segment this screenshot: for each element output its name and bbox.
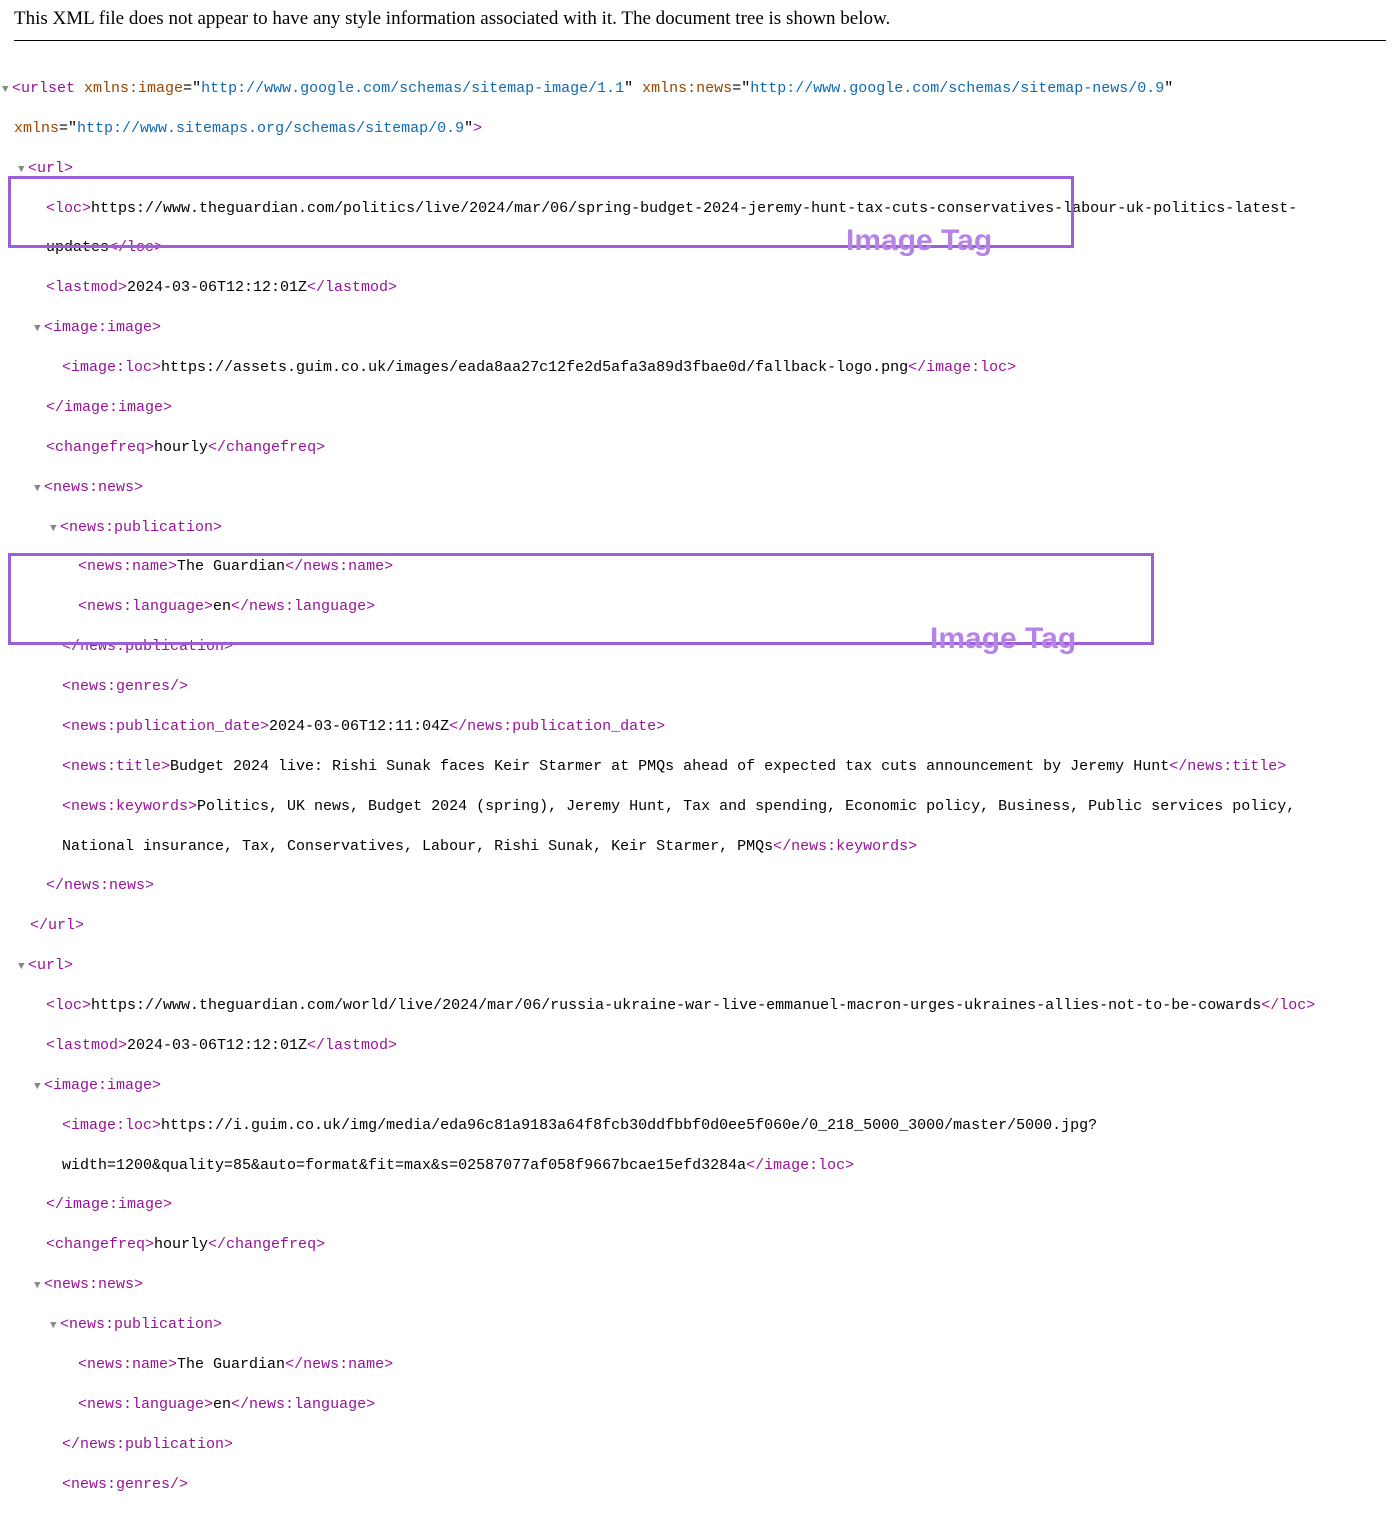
loc-value: https://www.theguardian.com/politics/liv… xyxy=(91,200,1297,217)
news-genres-tag: <news:genres/> xyxy=(62,1476,188,1493)
image-image-close: </image:image> xyxy=(46,399,172,416)
news-keywords-tag: <news:keywords> xyxy=(62,798,197,815)
loc-value-cont: updates xyxy=(46,239,109,256)
news-news-close: </news:news> xyxy=(46,877,154,894)
url-close: </url> xyxy=(30,917,84,934)
news-name-value: The Guardian xyxy=(177,1356,285,1373)
image-image-tag: <image:image> xyxy=(44,319,161,336)
xml-header-message: This XML file does not appear to have an… xyxy=(0,0,1400,40)
image-loc-value: https://assets.guim.co.uk/images/eada8aa… xyxy=(161,359,908,376)
expand-arrow[interactable]: ▼ xyxy=(34,482,44,497)
image-loc-cont: width=1200&quality=85&auto=format&fit=ma… xyxy=(62,1157,746,1174)
lastmod-tag: <lastmod> xyxy=(46,279,127,296)
expand-arrow[interactable]: ▼ xyxy=(50,522,60,537)
news-pubdate-value: 2024-03-06T12:11:04Z xyxy=(269,718,449,735)
changefreq-tag: <changefreq> xyxy=(46,439,154,456)
image-image-tag: <image:image> xyxy=(44,1077,161,1094)
news-news-tag: <news:news> xyxy=(44,1276,143,1293)
news-lang-tag: <news:language> xyxy=(78,1396,213,1413)
news-pub-tag: <news:publication> xyxy=(60,519,222,536)
url-tag: <url> xyxy=(28,957,73,974)
news-name-value: The Guardian xyxy=(177,558,285,575)
news-keywords-value: Politics, UK news, Budget 2024 (spring),… xyxy=(197,798,1304,815)
image-loc-tag: <image:loc> xyxy=(62,1117,161,1134)
lastmod-tag: <lastmod> xyxy=(46,1037,127,1054)
url-tag: <url> xyxy=(28,160,73,177)
expand-arrow[interactable]: ▼ xyxy=(34,1080,44,1095)
changefreq-value: hourly xyxy=(154,439,208,456)
news-keywords-cont: National insurance, Tax, Conservatives, … xyxy=(62,838,773,855)
news-lang-value: en xyxy=(213,598,231,615)
expand-arrow[interactable]: ▼ xyxy=(18,163,28,178)
loc-tag: <loc> xyxy=(46,997,91,1014)
news-news-tag: <news:news> xyxy=(44,479,143,496)
news-lang-value: en xyxy=(213,1396,231,1413)
image-image-close: </image:image> xyxy=(46,1196,172,1213)
news-pubdate-tag: <news:publication_date> xyxy=(62,718,269,735)
news-pub-close: </news:publication> xyxy=(62,638,233,655)
expand-arrow[interactable]: ▼ xyxy=(18,960,28,975)
news-name-tag: <news:name> xyxy=(78,558,177,575)
expand-arrow[interactable]: ▼ xyxy=(34,322,44,337)
news-pub-close: </news:publication> xyxy=(62,1436,233,1453)
loc-value: https://www.theguardian.com/world/live/2… xyxy=(91,997,1261,1014)
lastmod-value: 2024-03-06T12:12:01Z xyxy=(127,1037,307,1054)
image-loc-tag: <image:loc> xyxy=(62,359,161,376)
news-title-tag: <news:title> xyxy=(62,758,170,775)
loc-tag: <loc> xyxy=(46,200,91,217)
news-title-value: Budget 2024 live: Rishi Sunak faces Keir… xyxy=(170,758,1169,775)
expand-arrow[interactable]: ▼ xyxy=(50,1319,60,1334)
header-divider xyxy=(14,40,1386,41)
changefreq-tag: <changefreq> xyxy=(46,1236,154,1253)
news-genres-tag: <news:genres/> xyxy=(62,678,188,695)
lastmod-value: 2024-03-06T12:12:01Z xyxy=(127,279,307,296)
expand-arrow[interactable]: ▼ xyxy=(2,83,12,98)
image-loc-value: https://i.guim.co.uk/img/media/eda96c81a… xyxy=(161,1117,1097,1134)
xml-tree: ▼<urlset xmlns:image="http://www.google.… xyxy=(0,59,1400,1514)
loc-close: </loc> xyxy=(109,239,163,256)
news-name-tag: <news:name> xyxy=(78,1356,177,1373)
news-pub-tag: <news:publication> xyxy=(60,1316,222,1333)
expand-arrow[interactable]: ▼ xyxy=(34,1279,44,1294)
news-lang-tag: <news:language> xyxy=(78,598,213,615)
changefreq-value: hourly xyxy=(154,1236,208,1253)
